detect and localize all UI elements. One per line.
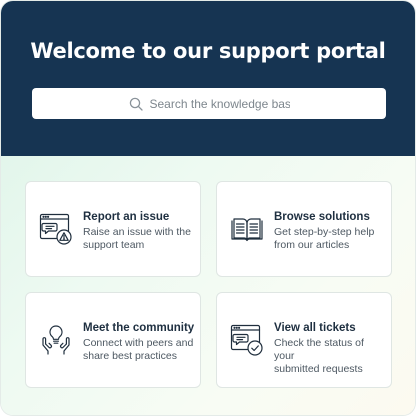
page-title: Welcome to our support portal	[30, 39, 386, 63]
report-issue-card[interactable]: Report an issue Raise an issue with the …	[25, 181, 201, 277]
chat-warning-icon	[39, 212, 73, 246]
search-icon	[129, 97, 143, 111]
search-bar[interactable]	[32, 88, 386, 119]
hero-header: Welcome to our support portal	[1, 1, 415, 156]
community-card[interactable]: Meet the community Connect with peers an…	[25, 292, 201, 388]
lightbulb-hands-icon	[39, 323, 73, 357]
card-description: Connect with peers and share best practi…	[83, 337, 194, 362]
card-title: View all tickets	[274, 322, 356, 334]
support-portal: Welcome to our support portal Search the…	[1, 1, 415, 415]
card-description: Check the status of your submitted reque…	[274, 337, 364, 375]
card-description: Get step-by-step help from our articles	[274, 226, 375, 251]
browse-solutions-card[interactable]: Browse solutions Get step-by-step help f…	[216, 181, 392, 277]
view-tickets-card[interactable]: View all tickets Check the status of you…	[216, 292, 392, 388]
open-book-icon	[230, 212, 264, 246]
card-title: Meet the community	[83, 322, 195, 334]
card-title: Browse solutions	[274, 211, 370, 223]
card-title: Report an issue	[83, 211, 170, 223]
chat-check-icon	[230, 323, 264, 357]
search-input[interactable]	[149, 96, 290, 111]
card-description: Raise an issue with the support team	[83, 226, 191, 251]
